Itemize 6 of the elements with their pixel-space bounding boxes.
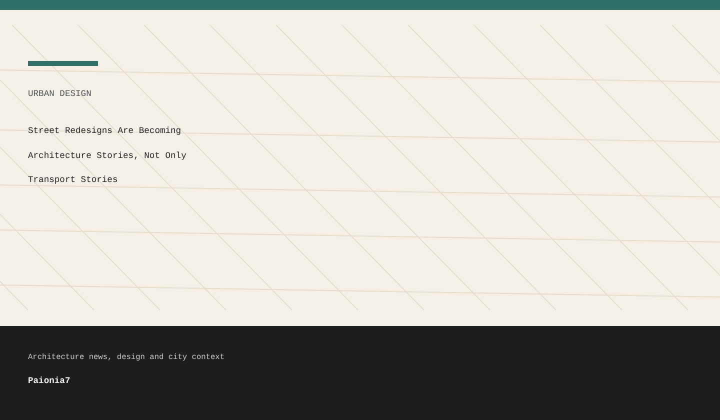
category-label: URBAN DESIGN [28, 88, 92, 100]
brand-name: Paionia7 [28, 375, 72, 387]
accent-bar [28, 61, 98, 66]
headline-line: Street Redesigns Are Becoming [28, 125, 182, 137]
headline-line: Transport Stories [28, 174, 119, 186]
headline-line: Architecture Stories, Not Only [28, 150, 188, 162]
